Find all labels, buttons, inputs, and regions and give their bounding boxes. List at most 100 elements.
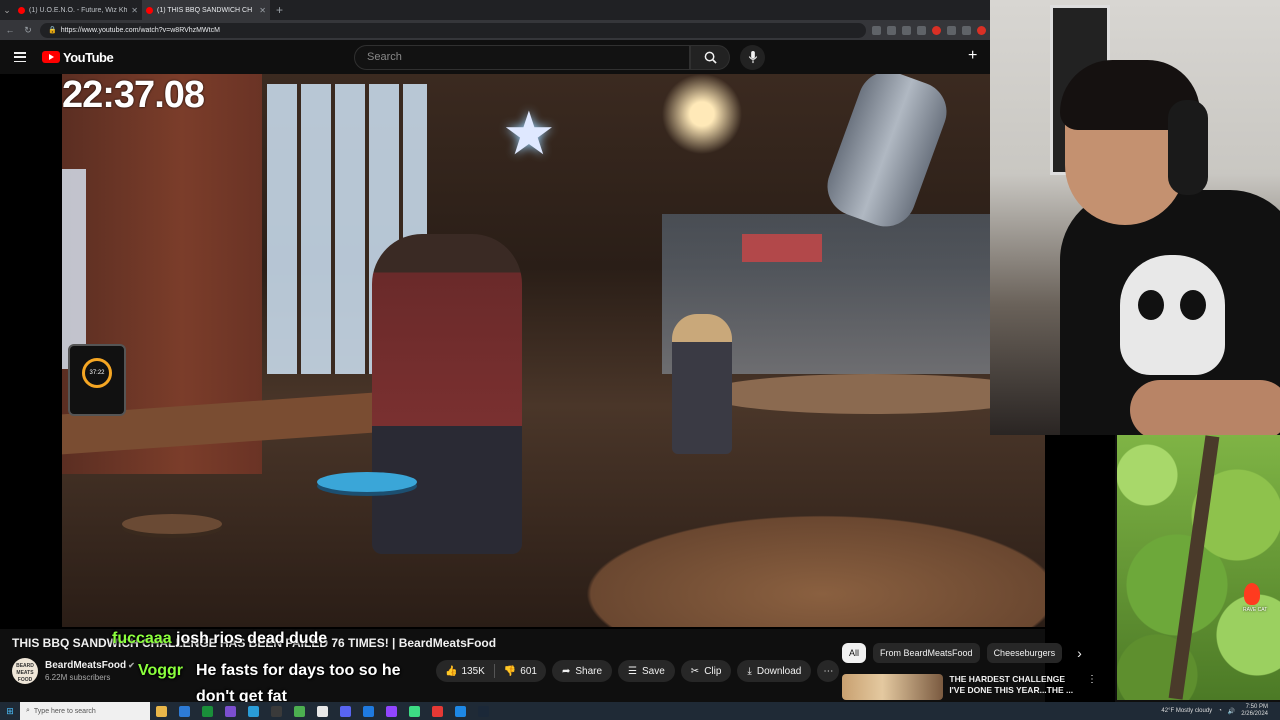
recommended-video[interactable]: THE HARDEST CHALLENGE I'VE DONE THIS YEA… (842, 674, 1097, 700)
steam-icon[interactable] (478, 705, 489, 717)
download-label: Download (756, 665, 802, 677)
channel-name-row[interactable]: BeardMeatsFood ✔ (45, 660, 135, 671)
like-dislike-group: 👍 135K 👎 601 (436, 660, 546, 682)
youtube-favicon-icon (146, 6, 153, 14)
app-icon[interactable] (271, 705, 282, 717)
clock-date: 2/26/2024 (1241, 711, 1268, 717)
share-button[interactable]: ➦ Share (551, 660, 613, 682)
phone-timer: 37:22 (68, 344, 126, 416)
wifi-icon[interactable]: ◔ (1218, 708, 1222, 714)
extension-icon[interactable] (917, 25, 926, 35)
save-icon: ☰ (628, 665, 637, 677)
share-label: Share (575, 665, 603, 677)
taskbar-search[interactable]: ⌕ Type here to search (20, 702, 150, 720)
close-tab-icon[interactable]: ✕ (131, 6, 138, 15)
thumbs-up-icon: 👍 (445, 665, 458, 677)
app-icon[interactable] (409, 705, 420, 717)
fire-icon (1244, 583, 1260, 605)
profile-icon[interactable] (977, 25, 986, 35)
subscriber-count: 6.22M subscribers (45, 673, 111, 682)
dislike-button[interactable]: 👎 601 (495, 666, 546, 677)
app-icon[interactable] (248, 705, 259, 717)
more-vertical-icon[interactable]: ⋮ (1087, 674, 1097, 700)
app-icon[interactable] (294, 705, 305, 717)
app-icon[interactable] (317, 705, 328, 717)
video-frame[interactable]: ★ 37:22 (62, 74, 1045, 627)
new-tab-button[interactable]: + (270, 3, 289, 17)
channel-avatar[interactable]: BEARD MEATS FOOD (12, 658, 38, 684)
phone-timer-display: 37:22 (82, 358, 112, 388)
webcam-arm (1130, 380, 1280, 435)
more-horizontal-icon: ⋯ (823, 665, 834, 677)
video-scene-stool (317, 472, 417, 492)
search-icon: ⌕ (26, 707, 30, 714)
video-scene-window (62, 169, 86, 369)
more-actions-button[interactable]: ⋯ (817, 660, 840, 682)
close-tab-icon[interactable]: ✕ (259, 6, 266, 15)
weather-status[interactable]: 42°F Mostly cloudy (1161, 708, 1212, 714)
task-view-icon[interactable] (156, 705, 167, 717)
app-icon[interactable] (363, 705, 374, 717)
search-button[interactable] (690, 45, 730, 70)
chrome-icon[interactable] (432, 705, 443, 717)
thumbs-down-icon: 👎 (503, 665, 517, 677)
volume-icon[interactable]: 🔊 (1228, 708, 1235, 715)
url-field[interactable]: 🔒 https://www.youtube.com/watch?v=w8RVhzM… (40, 22, 866, 38)
recommended-thumbnail[interactable] (842, 674, 944, 700)
extension-icon[interactable] (872, 25, 881, 35)
chevron-right-icon[interactable]: › (1077, 645, 1082, 661)
menu-icon[interactable] (14, 52, 26, 62)
browser-tab[interactable]: (1) U.O.E.N.O. - Future, Wiz Khalifa ✕ (14, 0, 142, 20)
clip-button[interactable]: ✂ Clip (680, 660, 732, 682)
chip-from-channel[interactable]: From BeardMeatsFood (873, 643, 980, 663)
app-icon[interactable] (225, 705, 236, 717)
chip-all[interactable]: All (842, 643, 867, 663)
browser-tab-bar: ⌄ (1) U.O.E.N.O. - Future, Wiz Khalifa ✕… (0, 0, 990, 20)
video-player[interactable]: ★ 37:22 (0, 74, 1115, 703)
download-button[interactable]: ⤓ Download (737, 660, 812, 682)
extension-icon[interactable] (947, 25, 956, 35)
video-scene-person (672, 314, 732, 454)
chip-cheeseburgers[interactable]: Cheeseburgers (986, 643, 1063, 663)
windows-start-icon[interactable]: ⊞ (0, 706, 20, 717)
tab-search-icon[interactable]: ⌄ (0, 0, 14, 20)
taskbar-search-placeholder: Type here to search (33, 707, 96, 715)
neon-star-sign: ★ (502, 100, 556, 167)
extension-icon[interactable] (887, 25, 896, 35)
video-scene-sign (742, 234, 822, 262)
recommended-title[interactable]: THE HARDEST CHALLENGE I'VE DONE THIS YEA… (949, 674, 1081, 700)
headphones-icon (1168, 100, 1208, 195)
voice-search-button[interactable] (740, 45, 765, 70)
save-button[interactable]: ☰ Save (618, 660, 675, 682)
dislike-count: 601 (520, 665, 537, 677)
create-icon[interactable]: + (968, 48, 977, 64)
extension-icon[interactable] (932, 25, 941, 35)
twitch-icon[interactable] (386, 705, 397, 717)
browser-tab-active[interactable]: (1) THIS BBQ SANDWICH CH ✕ (142, 0, 270, 20)
extension-icon[interactable] (962, 25, 971, 35)
youtube-logo[interactable]: YouTube (42, 50, 114, 65)
discord-icon[interactable] (340, 705, 351, 717)
address-bar-row: ← ↻ 🔒 https://www.youtube.com/watch?v=w8R… (0, 20, 990, 40)
like-button[interactable]: 👍 135K (436, 666, 494, 677)
app-icon[interactable] (202, 705, 213, 717)
back-icon[interactable]: ← (4, 25, 16, 35)
reload-icon[interactable]: ↻ (22, 25, 34, 36)
timer-overlay: 22:37.08 (62, 74, 205, 116)
clock[interactable]: 7:50 PM 2/26/2024 (1241, 704, 1268, 718)
like-count: 135K (461, 665, 485, 677)
stream-chat-overlay: fuccaaa josh rios dead dude Voggr He fas… (112, 630, 401, 705)
nature-cam-label: RAVE CAT (1243, 607, 1268, 613)
tab-title: (1) THIS BBQ SANDWICH CH (157, 6, 253, 14)
app-icon[interactable] (455, 705, 466, 717)
video-scene-person (372, 234, 522, 554)
channel-name[interactable]: BeardMeatsFood (45, 660, 126, 671)
url-text: https://www.youtube.com/watch?v=w8RVhzMW… (60, 26, 220, 34)
windows-taskbar: ⊞ ⌕ Type here to search 42°F Mostly clou… (0, 702, 1280, 720)
search-input[interactable]: Search (354, 45, 690, 70)
chat-username: fuccaaa (112, 630, 172, 647)
download-icon: ⤓ (747, 665, 752, 677)
app-icon[interactable] (179, 705, 190, 717)
bookmark-star-icon[interactable] (902, 25, 911, 35)
save-label: Save (642, 665, 665, 677)
